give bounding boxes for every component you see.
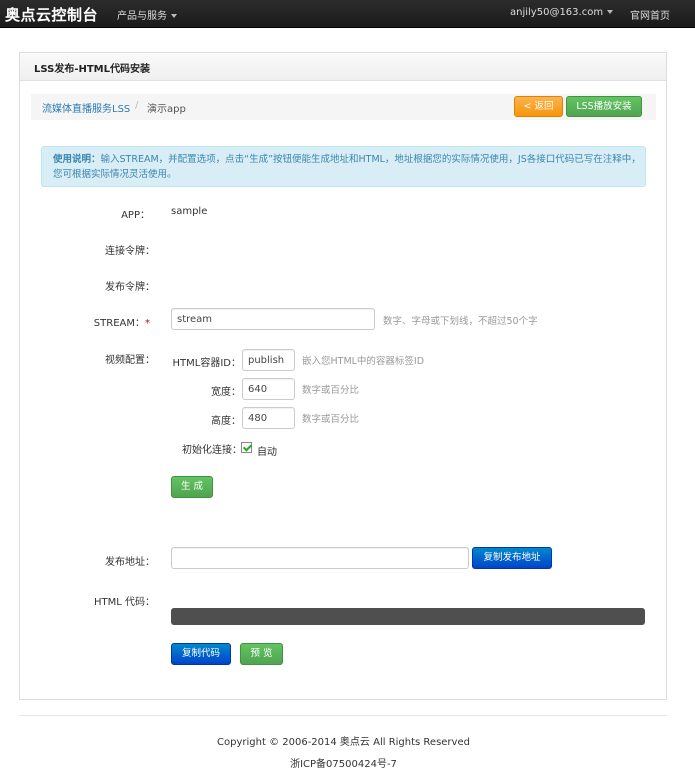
footer-copyright: Copyright © 2006-2014 奥点云 All Rights Res… bbox=[217, 737, 470, 748]
app-label: APP： bbox=[121, 210, 150, 221]
products-menu-label: 产品与服务 bbox=[117, 11, 167, 22]
brand-logo[interactable]: 奥点云控制台 bbox=[5, 4, 98, 25]
container-id-label: HTML容器ID： bbox=[172, 358, 241, 369]
html-code-area[interactable] bbox=[171, 608, 645, 625]
stream-hint: 数字、字母或下划线，不超过50个字 bbox=[383, 316, 538, 327]
chevron-down-icon bbox=[607, 10, 614, 14]
publish-address-label: 发布地址： bbox=[105, 557, 155, 568]
container-id-hint: 嵌入您HTML中的容器标签ID bbox=[302, 356, 425, 367]
breadcrumb: 流媒体直播服务LSS / 演示app < 返回 LSS播放安装 bbox=[31, 94, 656, 120]
user-email: anjily50@163.com bbox=[510, 7, 604, 18]
width-label: 宽度： bbox=[211, 387, 241, 398]
app-value: sample bbox=[171, 206, 208, 217]
copy-publish-address-button[interactable]: 复制发布地址 bbox=[472, 547, 552, 569]
usage-info-title: 使用说明： bbox=[53, 154, 101, 165]
usage-info-text: 输入STREAM，并配置选项，点击“生成”按钮便能生成地址和HTML，地址根据您… bbox=[53, 154, 641, 180]
products-menu[interactable]: 产品与服务 bbox=[117, 7, 177, 22]
height-hint: 数字或百分比 bbox=[302, 414, 360, 425]
panel-title: LSS发布-HTML代码安装 bbox=[20, 53, 666, 81]
stream-input[interactable] bbox=[171, 308, 375, 330]
publish-token-label: 发布令牌： bbox=[105, 282, 155, 293]
generate-button[interactable]: 生 成 bbox=[171, 476, 213, 498]
init-connect-label: 初始化连接： bbox=[182, 445, 242, 456]
footer-icp[interactable]: 浙ICP备07500424号-7 bbox=[0, 755, 687, 770]
breadcrumb-lss-link[interactable]: 流媒体直播服务LSS bbox=[42, 100, 130, 115]
stream-label-wrap: STREAM：* bbox=[20, 314, 150, 329]
width-input[interactable] bbox=[242, 378, 295, 400]
home-link[interactable]: 官网首页 bbox=[630, 7, 670, 22]
breadcrumb-current: 演示app bbox=[147, 104, 186, 115]
connect-token-label: 连接令牌： bbox=[105, 246, 155, 257]
breadcrumb-separator: / bbox=[135, 100, 139, 111]
video-config-label: 视频配置： bbox=[105, 355, 155, 366]
footer-divider bbox=[19, 715, 667, 716]
width-hint: 数字或百分比 bbox=[302, 385, 360, 396]
lss-play-install-button[interactable]: LSS播放安装 bbox=[566, 96, 642, 117]
preview-button[interactable]: 预 览 bbox=[240, 643, 283, 665]
copy-code-button[interactable]: 复制代码 bbox=[171, 643, 231, 665]
html-code-label: HTML 代码： bbox=[93, 597, 155, 608]
chevron-down-icon bbox=[171, 14, 177, 18]
auto-connect-checkbox[interactable] bbox=[241, 442, 252, 453]
height-label: 高度： bbox=[211, 416, 241, 427]
main-panel: LSS发布-HTML代码安装 流媒体直播服务LSS / 演示app < 返回 L… bbox=[19, 52, 667, 700]
user-menu[interactable]: anjily50@163.com bbox=[510, 7, 614, 18]
top-navbar: 奥点云控制台 产品与服务 anjily50@163.com 官网首页 bbox=[0, 0, 695, 28]
usage-info-alert: 使用说明：输入STREAM，并配置选项，点击“生成”按钮便能生成地址和HTML，… bbox=[41, 146, 646, 187]
stream-label: STREAM： bbox=[93, 318, 145, 329]
height-input[interactable] bbox=[242, 407, 295, 429]
required-marker: * bbox=[145, 318, 150, 329]
publish-address-input[interactable] bbox=[171, 547, 469, 569]
back-button[interactable]: < 返回 bbox=[514, 96, 563, 117]
container-id-input[interactable] bbox=[242, 349, 295, 371]
auto-label: 自动 bbox=[257, 447, 277, 458]
